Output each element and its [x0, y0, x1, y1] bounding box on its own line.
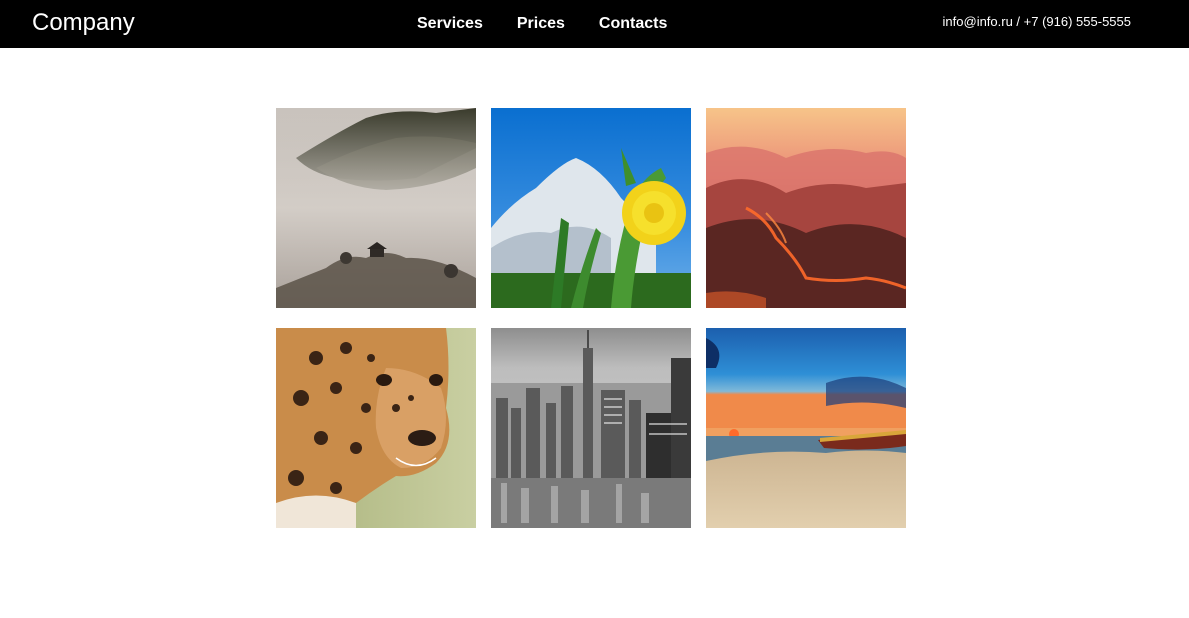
nav-contacts-link[interactable]: Contacts	[582, 0, 684, 48]
foggy-mountain-image	[276, 108, 476, 308]
gallery-image-leopard[interactable]	[276, 328, 476, 528]
nav-prices-link[interactable]: Prices	[500, 0, 582, 48]
volcanic-mountains-image	[706, 108, 906, 308]
contact-info: info@info.ru / +7 (916) 555-5555	[942, 14, 1131, 29]
gallery-image-volcanic-mountains[interactable]	[706, 108, 906, 308]
gallery-image-dandelion[interactable]	[491, 108, 691, 308]
gallery-image-foggy-mountain[interactable]	[276, 108, 476, 308]
site-header: Company Services Prices Contacts info@in…	[0, 0, 1189, 48]
brand-logo[interactable]: Company	[32, 8, 135, 38]
leopard-image	[276, 328, 476, 528]
gallery-image-beach-sunset[interactable]	[706, 328, 906, 528]
image-gallery	[276, 108, 906, 528]
gallery-image-city-skyline[interactable]	[491, 328, 691, 528]
beach-sunset-image	[706, 328, 906, 528]
city-skyline-image	[491, 328, 691, 528]
nav-services-link[interactable]: Services	[400, 0, 500, 48]
dandelion-image	[491, 108, 691, 308]
main-nav: Services Prices Contacts	[400, 0, 684, 48]
